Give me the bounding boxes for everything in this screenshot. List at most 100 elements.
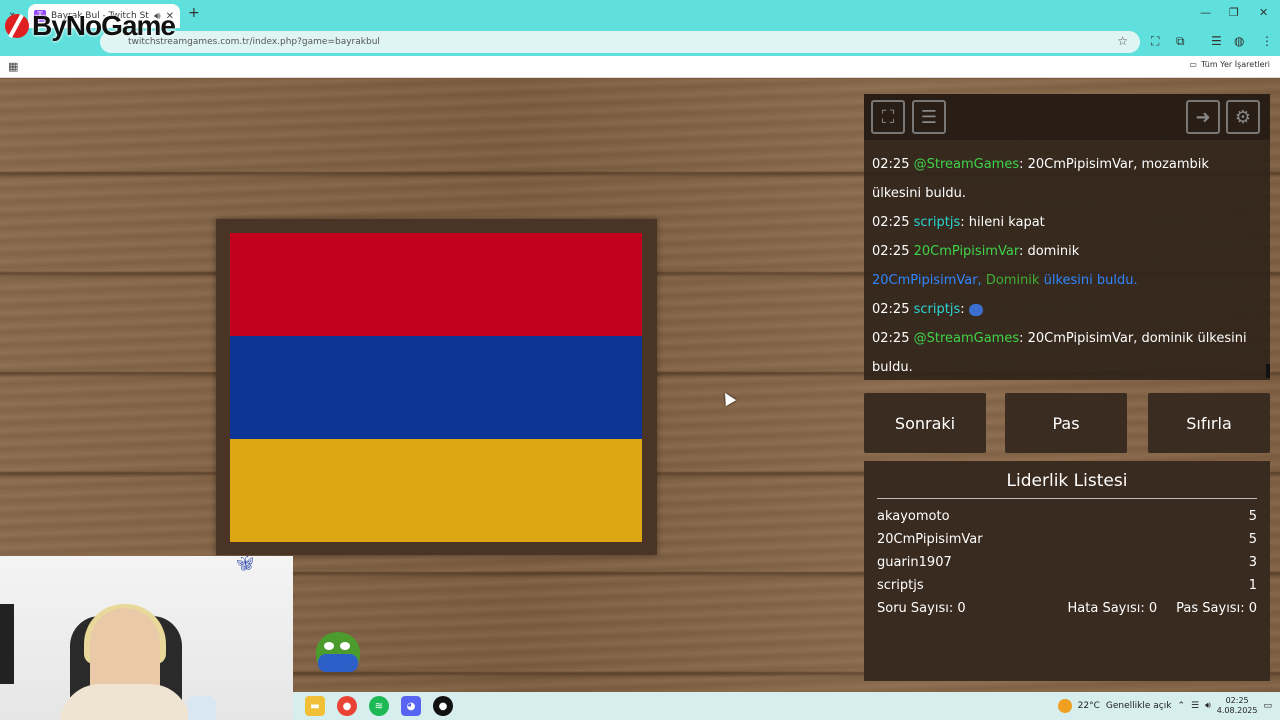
message-time: 02:25 [872,302,910,317]
player-name: scriptjs [877,578,924,593]
leaderboard-panel: Liderlik Listesi akayomoto 5 20CmPipisim… [864,461,1270,681]
chat-message: 02:25 20CmPipisimVar: dominik [872,237,1260,266]
message-user: scriptjs [913,215,961,230]
all-bookmarks-folder[interactable]: ▭ Tüm Yer İşaretleri [1189,60,1270,69]
profile-avatar-icon[interactable]: ◍ [1234,34,1244,48]
water-bottle [188,696,216,720]
pass-count: Pas Sayısı: 0 [1176,597,1257,620]
flag-stripe [230,233,642,337]
new-tab-icon[interactable]: + [188,5,200,21]
message-time: 02:25 [872,215,910,230]
logout-icon[interactable]: ➜ [1186,100,1220,134]
reading-list-icon[interactable]: ☰ [1211,34,1222,48]
system-country: Dominik [985,273,1040,288]
pepe-emote-icon [316,632,360,672]
extensions-icon[interactable]: ⧉ [1176,34,1185,49]
bookmarks-bar: ▦ ▭ Tüm Yer İşaretleri [0,56,1280,78]
leaderboard-row: scriptjs 1 [877,574,1257,597]
chat-toolbar: ⛶ ☰ ➜ ⚙ [864,94,1270,140]
weather-temp[interactable]: 22°C [1078,701,1100,711]
app-icon[interactable]: ● [433,696,453,716]
apps-grid-icon[interactable]: ▦ [8,60,18,73]
leaderboard-row: akayomoto 5 [877,505,1257,528]
browser-menu-icon[interactable]: ⋮ [1261,34,1273,48]
streamer-body [60,684,190,720]
volume-icon[interactable]: 🔊︎ [1205,701,1211,711]
chrome-icon[interactable]: ● [337,696,357,716]
network-icon[interactable]: ☰ [1191,701,1199,711]
error-count: Hata Sayısı: 0 [1068,597,1158,620]
restore-icon[interactable]: ❐ [1229,6,1239,19]
game-stats: Soru Sayısı: 0 Hata Sayısı: 0 Pas Sayısı… [877,597,1257,620]
chat-message: 02:25 scriptjs: [872,295,1260,324]
butterfly-icon: 🦋︎ [236,556,254,572]
webcam-overlay [0,556,293,720]
player-score: 1 [1248,578,1257,593]
pass-count-value: 0 [1248,601,1257,616]
emote-icon [968,303,983,316]
leaderboard-title: Liderlik Listesi [877,471,1257,499]
message-text: : dominik [1018,244,1080,259]
fullscreen-icon[interactable]: ⛶ [871,100,905,134]
chat-message: 02:25 @StreamGames: 20CmPipisimVar, domi… [872,324,1260,380]
question-count-value: 0 [957,601,966,616]
message-time: 02:25 [872,244,910,259]
system-user: 20CmPipisimVar, [872,273,982,288]
bynogame-logo: ByNoGame [4,10,176,42]
system-message: 20CmPipisimVar, Dominik ülkesini buldu. [872,266,1260,295]
flag-frame [216,219,657,555]
flag-stripe [230,439,642,543]
window-close-icon[interactable]: ✕ [1259,6,1268,19]
system-text: ülkesini buldu. [1043,273,1138,288]
pass-button[interactable]: Pas [1005,393,1127,453]
message-user: @StreamGames [913,331,1020,346]
message-text: : hileni kapat [960,215,1045,230]
weather-icon[interactable] [1057,699,1072,713]
settings-gear-icon[interactable]: ⚙ [1226,100,1260,134]
error-count-label: Hata Sayısı: [1067,601,1145,616]
notification-icon[interactable]: ▭ [1263,701,1272,711]
system-tray: 22°C Genellikle açık ⌃ ☰ 🔊︎ 02:25 4.08.2… [1057,692,1272,720]
question-count: Soru Sayısı: 0 [877,597,966,620]
clock-date: 4.08.2025 [1216,706,1258,715]
weather-desc[interactable]: Genellikle açık [1106,701,1172,711]
browser-toolbar: twitchstreamgames.com.tr/index.php?game=… [0,28,1280,56]
file-explorer-icon[interactable]: ▬ [305,696,325,716]
player-name: akayomoto [877,509,950,524]
player-score: 3 [1248,555,1257,570]
webcam-background-object [0,604,14,684]
chat-message: 02:25 @StreamGames: 20CmPipisimVar, moza… [872,150,1260,208]
message-time: 02:25 [872,331,910,346]
leaderboard-row: 20CmPipisimVar 5 [877,528,1257,551]
address-bar[interactable]: twitchstreamgames.com.tr/index.php?game=… [100,31,1140,53]
chat-panel: ⛶ ☰ ➜ ⚙ 02:25 @StreamGames: 20CmPipisimV… [864,94,1270,380]
minimize-icon[interactable]: — [1200,6,1211,19]
chat-scrollbar[interactable] [1266,364,1270,378]
error-count-value: 0 [1148,601,1158,616]
leaderboard-row: guarin1907 3 [877,551,1257,574]
spotify-icon[interactable]: ≋ [369,696,389,716]
next-button[interactable]: Sonraki [864,393,986,453]
screenshot-icon[interactable]: ⛶ [1151,34,1159,49]
bookmark-star-icon[interactable]: ☆ [1117,34,1128,48]
discord-icon[interactable]: ◕ [401,696,421,716]
message-user: scriptjs [913,302,961,317]
clock-time: 02:25 [1225,696,1249,705]
taskbar: ▬ ● ≋ ◕ ● 22°C Genellikle açık ⌃ ☰ 🔊︎ 02… [293,692,1280,720]
message-user: @StreamGames [913,157,1020,172]
question-count-label: Soru Sayısı: [877,601,954,616]
player-score: 5 [1248,532,1257,547]
player-name: 20CmPipisimVar [877,532,983,547]
pass-count-label: Pas Sayısı: [1176,601,1245,616]
chat-message: 02:25 scriptjs: hileni kapat [872,208,1260,237]
browser-tab-bar: ⌄ T Bayrak Bul - Twitch Stream 🔊︎ ✕ + — … [0,0,1280,28]
reset-button[interactable]: Sıfırla [1148,393,1270,453]
message-time: 02:25 [872,157,910,172]
logo-text: ByNoGame [32,10,176,41]
taskbar-clock[interactable]: 02:25 4.08.2025 [1217,696,1258,716]
bookmarks-folder-label: Tüm Yer İşaretleri [1200,60,1270,69]
document-icon[interactable]: ☰ [912,100,946,134]
bynogame-logo-icon [5,14,29,38]
flag-image [230,233,642,543]
tray-overflow-icon[interactable]: ⌃ [1177,701,1185,711]
